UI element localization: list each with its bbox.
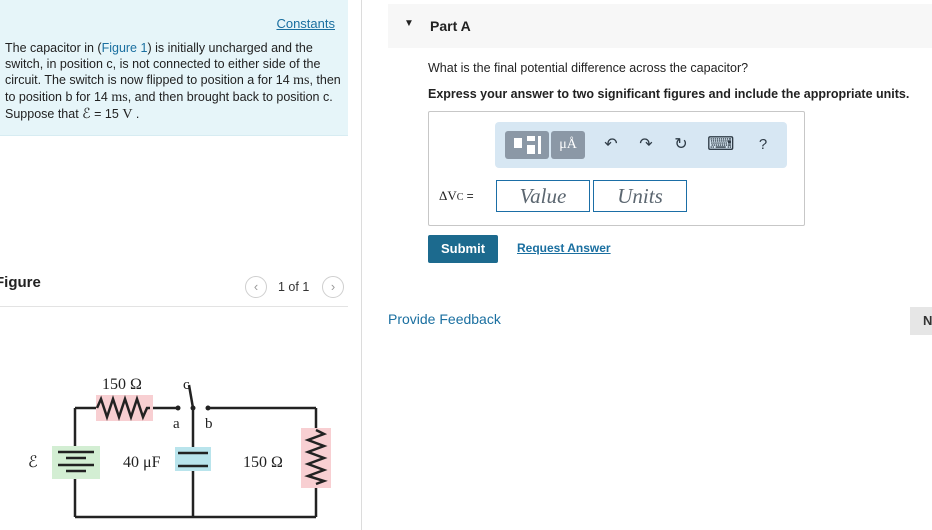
figure-link[interactable]: Figure 1 — [102, 41, 148, 55]
capacitor-label: 40 μF — [123, 454, 161, 471]
part-header[interactable]: ▼ Part A — [388, 4, 932, 48]
submit-button[interactable]: Submit — [428, 235, 498, 263]
collapse-triangle-icon[interactable]: ▼ — [404, 18, 414, 29]
switch-c-label: c — [183, 377, 190, 393]
next-figure-button[interactable]: › — [322, 276, 344, 298]
switch-b-label: b — [205, 416, 213, 432]
switch-a-label: a — [173, 416, 180, 432]
switch-b-contact — [205, 405, 211, 411]
emf-value: 15 — [104, 107, 119, 121]
emf-unit: V — [122, 107, 133, 122]
undo-icon[interactable]: ↶ — [598, 131, 624, 159]
emf-symbol: ℰ — [82, 107, 91, 122]
constants-link[interactable]: Constants — [276, 16, 335, 31]
answer-label: ΔVC = — [439, 188, 474, 204]
next-button[interactable]: N — [910, 307, 932, 335]
help-icon[interactable]: ? — [750, 131, 776, 159]
capacitor-highlight — [175, 447, 211, 471]
answer-label-delta: ΔV — [439, 188, 457, 203]
question-text: What is the final potential difference a… — [428, 61, 749, 75]
redo-icon[interactable]: ↷ — [633, 131, 659, 159]
time-2: 14 — [93, 90, 108, 104]
templates-button[interactable] — [505, 131, 549, 159]
figure-header: Figure ‹ 1 of 1 › — [0, 272, 348, 307]
previous-figure-button[interactable]: ‹ — [245, 276, 267, 298]
figure-title: Figure — [0, 274, 41, 291]
answer-instruction: Express your answer to two significant f… — [428, 87, 910, 101]
math-toolbar: μÅ ↶ ↷ ↻ ⌨ ? — [495, 122, 787, 168]
emf-label: ℰ — [28, 454, 38, 471]
problem-statement: Constants The capacitor in (Figure 1) is… — [0, 0, 348, 136]
answer-box: μÅ ↶ ↷ ↻ ⌨ ? ΔVC = Value Units — [428, 111, 805, 226]
left-panel: Constants The capacitor in (Figure 1) is… — [0, 0, 362, 530]
units-button[interactable]: μÅ — [551, 131, 585, 159]
problem-text-end: . — [135, 107, 140, 121]
value-input[interactable]: Value — [496, 180, 590, 212]
figure-page-count: 1 of 1 — [278, 280, 310, 294]
panel-divider — [361, 0, 362, 530]
keyboard-icon[interactable]: ⌨ — [707, 131, 734, 159]
unit-1: ms — [293, 73, 310, 88]
resistor-2-label: 150 Ω — [243, 454, 283, 471]
problem-text-1: The capacitor in ( — [5, 41, 102, 55]
reset-icon[interactable]: ↻ — [668, 131, 694, 159]
unit-2: ms — [111, 90, 128, 105]
time-1: 14 — [275, 73, 290, 87]
emf-equals: = — [94, 107, 102, 121]
answer-label-equals: = — [466, 189, 474, 203]
request-answer-link[interactable]: Request Answer — [517, 241, 611, 255]
provide-feedback-link[interactable]: Provide Feedback — [388, 311, 501, 327]
resistor-1-label: 150 Ω — [102, 376, 142, 393]
templates-icon — [514, 136, 541, 154]
part-title: Part A — [430, 18, 471, 34]
units-input[interactable]: Units — [593, 180, 687, 212]
answer-label-subscript: C — [456, 192, 464, 203]
circuit-diagram: 150 Ω c a b ℰ 40 μF 150 Ω — [28, 376, 331, 519]
switch-a-contact — [175, 405, 181, 411]
problem-text: The capacitor in (Figure 1) is initially… — [5, 40, 343, 123]
